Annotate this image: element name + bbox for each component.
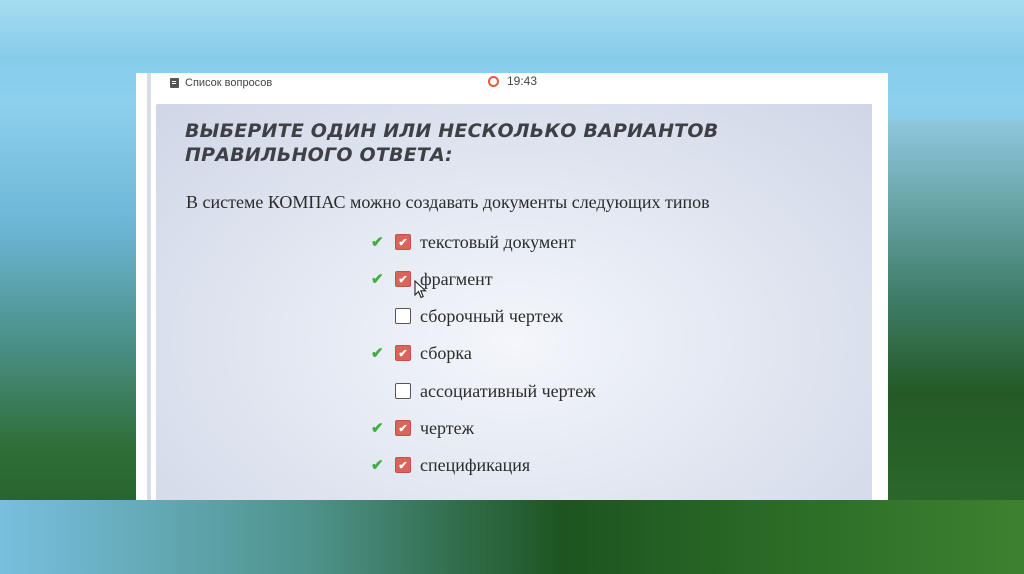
option-item[interactable]: ассоциативный чертеж	[371, 380, 596, 402]
checkbox-checked[interactable]: ✔	[395, 420, 411, 436]
checkmark-icon: ✔	[371, 345, 384, 362]
mouse-cursor-icon	[414, 280, 427, 299]
quiz-screenshot: Список вопросов 19:43 ВЫБЕРИТЕ ОДИН ИЛИ …	[136, 73, 888, 500]
checkbox-checked[interactable]: ✔	[395, 345, 411, 361]
checkmark-icon: ✔	[371, 457, 384, 474]
checkmark-icon: ✔	[371, 271, 384, 288]
option-label: сборочный чертеж	[420, 305, 563, 326]
option-label: ассоциативный чертеж	[420, 380, 596, 401]
checkbox-unchecked[interactable]	[395, 308, 411, 324]
timer-icon	[488, 75, 499, 87]
checkbox-unchecked[interactable]	[395, 383, 411, 399]
question-list-label: Список вопросов	[185, 77, 273, 89]
checkmark-icon: ✔	[371, 234, 384, 251]
option-item[interactable]: ✔ ✔ текстовый документ	[371, 231, 576, 253]
background-bottom	[0, 500, 1024, 574]
option-label: сборка	[420, 342, 472, 363]
checkbox-checked[interactable]: ✔	[395, 271, 411, 287]
quiz-header: Список вопросов 19:43	[136, 73, 888, 103]
question-panel: ВЫБЕРИТЕ ОДИН ИЛИ НЕСКОЛЬКО ВАРИАНТОВ ПР…	[156, 104, 872, 500]
option-label: спецификация	[420, 454, 531, 475]
timer-value: 19:43	[507, 74, 538, 88]
option-label: фрагмент	[420, 268, 493, 289]
question-heading: ВЫБЕРИТЕ ОДИН ИЛИ НЕСКОЛЬКО ВАРИАНТОВ ПР…	[185, 120, 719, 166]
checkbox-checked[interactable]: ✔	[395, 234, 411, 250]
option-item[interactable]: ✔ ✔ сборка	[371, 342, 472, 364]
option-item[interactable]: ✔ ✔ фрагмент	[371, 268, 493, 290]
checkbox-checked[interactable]: ✔	[395, 457, 411, 473]
option-item[interactable]: сборочный чертеж	[371, 305, 563, 327]
option-label: текстовый документ	[420, 231, 576, 252]
question-list-link[interactable]: Список вопросов	[170, 75, 272, 91]
list-icon	[170, 78, 179, 88]
timer: 19:43	[488, 73, 537, 89]
option-item[interactable]: ✔ ✔ чертеж	[371, 417, 474, 439]
option-item[interactable]: ✔ ✔ спецификация	[371, 454, 530, 476]
left-border	[147, 73, 151, 500]
question-text: В системе КОМПАС можно создавать докумен…	[186, 192, 710, 212]
background-top	[0, 0, 1024, 60]
checkmark-icon: ✔	[371, 420, 384, 437]
option-label: чертеж	[420, 417, 475, 438]
